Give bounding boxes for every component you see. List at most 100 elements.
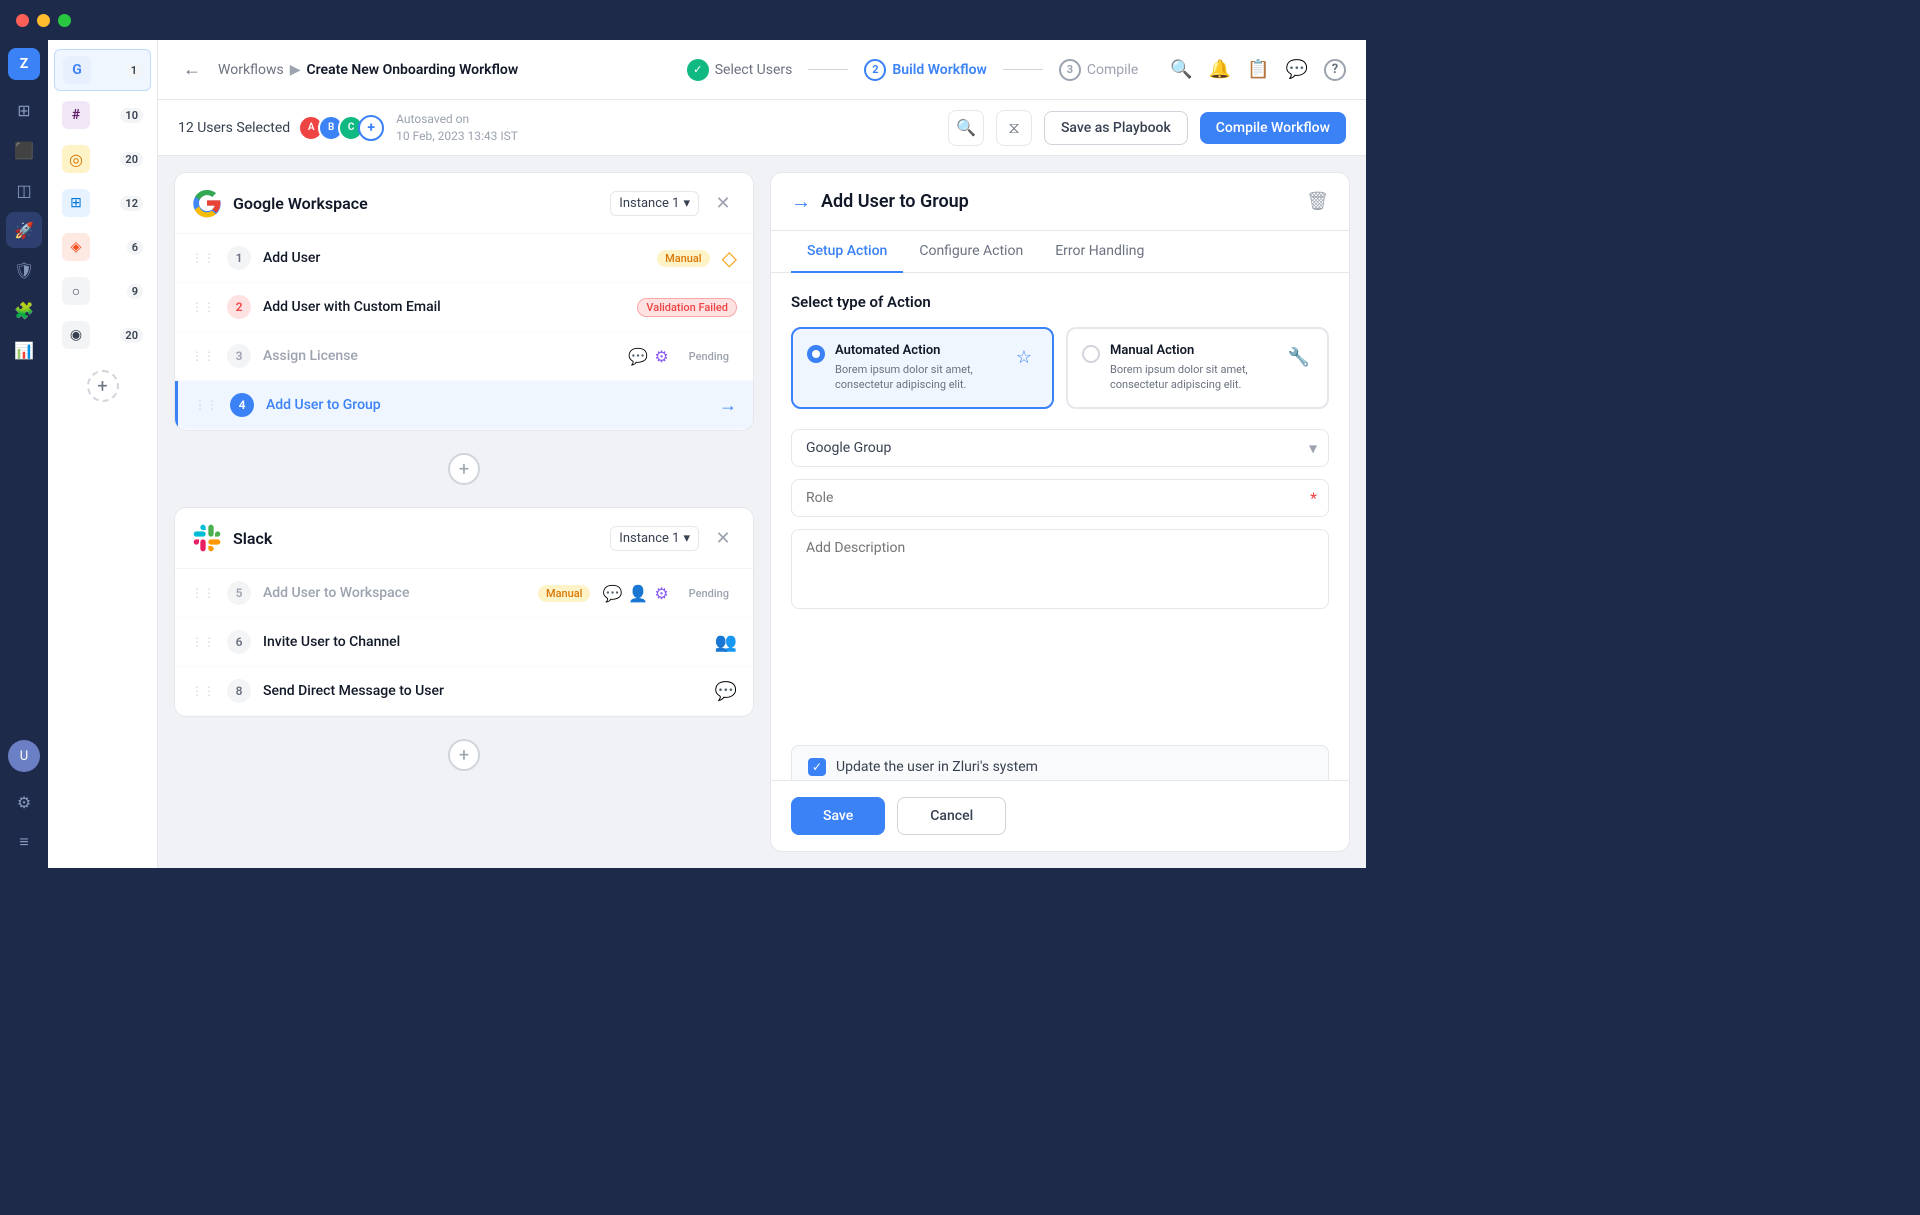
app-logo[interactable]: Z: [8, 48, 40, 80]
manual-badge-5: Manual: [538, 585, 591, 602]
google-badge: 1: [126, 63, 142, 78]
autosave-info: Autosaved on 10 Feb, 2023 13:43 IST: [396, 111, 518, 145]
sidebar-item-windows[interactable]: ⊞ 12: [54, 183, 151, 223]
search-button[interactable]: 🔍: [948, 110, 984, 146]
back-button[interactable]: ←: [178, 56, 206, 84]
update-user-checkbox[interactable]: ✓: [808, 758, 826, 776]
description-field: [791, 529, 1329, 613]
google-block-close-button[interactable]: ✕: [709, 189, 737, 217]
image-nav-icon[interactable]: ◫: [6, 172, 42, 208]
action-row-4[interactable]: ⋮⋮ 4 Add User to Group →: [175, 381, 753, 430]
app3-badge: 20: [120, 152, 143, 167]
breadcrumb-parent[interactable]: Workflows: [218, 62, 284, 78]
figma-badge: 6: [127, 240, 143, 255]
filter-button[interactable]: ⧖: [996, 110, 1032, 146]
step-divider-2: [1003, 69, 1043, 70]
settings-nav-icon[interactable]: ⚙: [6, 784, 42, 820]
action-row-5[interactable]: ⋮⋮ 5 Add User to Workspace Manual 💬 👤 ⚙ …: [175, 569, 753, 618]
panel-title: Add User to Group: [821, 191, 969, 212]
step-divider-1: [808, 69, 848, 70]
drag-handle-6[interactable]: ⋮⋮: [191, 635, 215, 649]
checkbox-label: Update the user in Zluri's system: [836, 759, 1038, 775]
puzzle-nav-icon[interactable]: 🧩: [6, 292, 42, 328]
slack-block-close-button[interactable]: ✕: [709, 524, 737, 552]
toolbar: 12 Users Selected A B C + Autosaved on 1…: [158, 100, 1366, 156]
step-select-label: Select Users: [715, 62, 793, 78]
add-app-button[interactable]: +: [87, 370, 119, 402]
shield-nav-icon[interactable]: 🛡: [6, 252, 42, 288]
bell-icon[interactable]: 🔔: [1209, 59, 1231, 80]
step-2-circle: 2: [864, 59, 886, 81]
manual-action-card[interactable]: Manual Action Borem ipsum dolor sit amet…: [1066, 327, 1329, 409]
app3-icon: ◎: [62, 145, 90, 173]
slack-instance-label: Instance 1: [619, 531, 679, 546]
tab-error-handling[interactable]: Error Handling: [1039, 231, 1160, 273]
drag-handle-3[interactable]: ⋮⋮: [191, 349, 215, 363]
minimize-button[interactable]: [37, 14, 50, 27]
tab-setup-action[interactable]: Setup Action: [791, 231, 903, 273]
avatar-add-button[interactable]: +: [358, 115, 384, 141]
app-container: Z ⊞ ⬛ ◫ 🚀 🛡 🧩 📊 U ⚙ ≡ G 1 # 10 ◎ 20: [0, 40, 1366, 868]
sidebar-item-slack[interactable]: # 10: [54, 95, 151, 135]
sidebar-item-google[interactable]: G 1: [54, 49, 151, 91]
action-row-2[interactable]: ⋮⋮ 2 Add User with Custom Email Validati…: [175, 283, 753, 332]
close-button[interactable]: [16, 14, 29, 27]
apps-nav-icon[interactable]: ⬛: [6, 132, 42, 168]
pending-badge-3: Pending: [681, 348, 737, 365]
menu-nav-icon[interactable]: ≡: [6, 824, 42, 860]
titlebar: [0, 0, 1366, 40]
cancel-button[interactable]: Cancel: [897, 797, 1006, 835]
grid-nav-icon[interactable]: ⊞: [6, 92, 42, 128]
breadcrumb-current: Create New Onboarding Workflow: [307, 62, 519, 78]
action-row-6[interactable]: ⋮⋮ 6 Invite User to Channel 👥: [175, 618, 753, 667]
manual-radio[interactable]: [1082, 345, 1100, 363]
main-content: ← Workflows ▶ Create New Onboarding Work…: [158, 40, 1366, 868]
manual-action-desc: Borem ipsum dolor sit amet, consectetur …: [1110, 362, 1275, 393]
automated-radio[interactable]: [807, 345, 825, 363]
user-avatar[interactable]: U: [8, 740, 40, 772]
slack-instance-selector[interactable]: Instance 1 ▾: [610, 526, 699, 551]
save-playbook-button[interactable]: Save as Playbook: [1044, 111, 1188, 145]
action-row-3[interactable]: ⋮⋮ 3 Assign License 💬 ⚙ Pending: [175, 332, 753, 381]
action-name-1: Add User: [263, 250, 645, 266]
automated-action-desc: Borem ipsum dolor sit amet, consectetur …: [835, 362, 1000, 393]
help-icon[interactable]: ?: [1324, 59, 1346, 81]
action-row-1[interactable]: ⋮⋮ 1 Add User Manual ◇: [175, 234, 753, 283]
add-action-button-1[interactable]: +: [448, 453, 480, 485]
automated-action-card[interactable]: Automated Action Borem ipsum dolor sit a…: [791, 327, 1054, 409]
sidebar-item-app6[interactable]: ○ 9: [54, 271, 151, 311]
reports-nav-icon[interactable]: 📊: [6, 332, 42, 368]
search-nav-icon[interactable]: 🔍: [1170, 59, 1192, 80]
clipboard-icon[interactable]: 📋: [1247, 59, 1269, 80]
automated-action-content: Automated Action Borem ipsum dolor sit a…: [835, 343, 1000, 393]
maximize-button[interactable]: [58, 14, 71, 27]
autosave-datetime: 10 Feb, 2023 13:43 IST: [396, 128, 518, 145]
sidebar-item-figma[interactable]: ◈ 6: [54, 227, 151, 267]
drag-handle-5[interactable]: ⋮⋮: [191, 586, 215, 600]
right-panel-header: → Add User to Group 🗑: [771, 173, 1349, 231]
sidebar-item-app7[interactable]: ◉ 20: [54, 315, 151, 355]
add-action-button-2[interactable]: +: [448, 739, 480, 771]
sidebar-item-app3[interactable]: ◎ 20: [54, 139, 151, 179]
drag-handle-2[interactable]: ⋮⋮: [191, 300, 215, 314]
step-build-workflow: 2 Build Workflow: [864, 59, 986, 81]
action-row-8[interactable]: ⋮⋮ 8 Send Direct Message to User 💬: [175, 667, 753, 716]
role-input[interactable]: [791, 479, 1329, 517]
delete-action-button[interactable]: 🗑: [1306, 191, 1329, 212]
windows-icon: ⊞: [62, 189, 90, 217]
slack-badge: 10: [120, 108, 143, 123]
chat-icon[interactable]: 💬: [1286, 59, 1308, 80]
compile-workflow-button[interactable]: Compile Workflow: [1200, 112, 1346, 144]
app6-icon: ○: [62, 277, 90, 305]
tab-configure-action[interactable]: Configure Action: [903, 231, 1039, 273]
step-select-users: ✓ Select Users: [687, 59, 793, 81]
drag-handle-8[interactable]: ⋮⋮: [191, 684, 215, 698]
drag-handle-1[interactable]: ⋮⋮: [191, 251, 215, 265]
save-button[interactable]: Save: [791, 797, 885, 835]
google-group-select[interactable]: Google Group: [791, 429, 1329, 467]
workflow-nav-icon[interactable]: 🚀: [6, 212, 42, 248]
google-instance-selector[interactable]: Instance 1 ▾: [610, 191, 699, 216]
user-icon-5: 👤: [628, 584, 648, 603]
drag-handle-4[interactable]: ⋮⋮: [194, 398, 218, 412]
description-textarea[interactable]: [791, 529, 1329, 609]
